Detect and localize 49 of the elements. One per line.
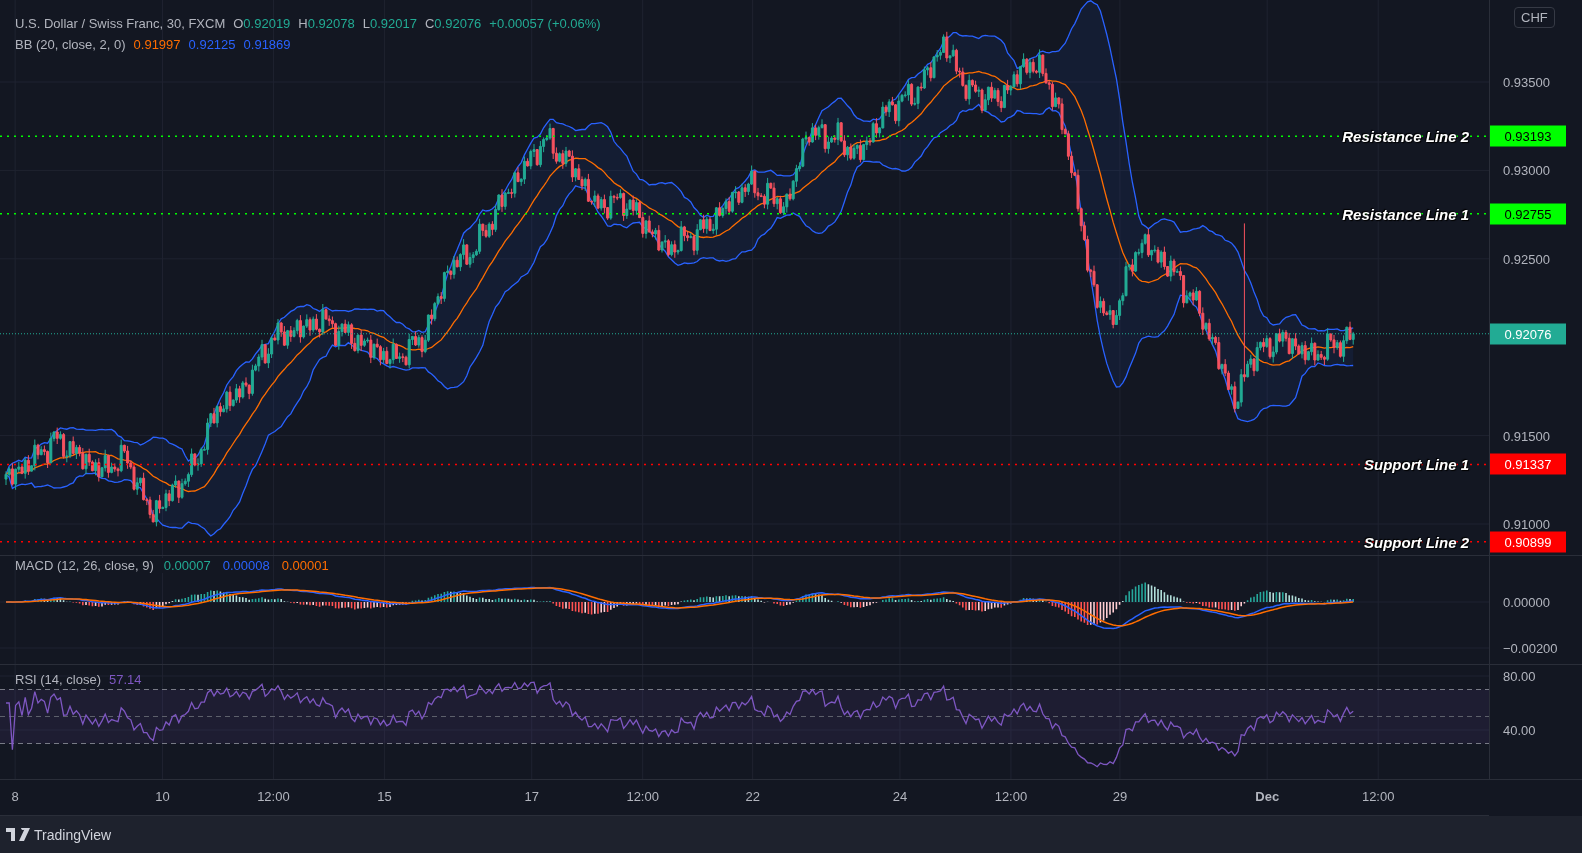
time-tick: 12:00 bbox=[994, 789, 1028, 804]
brand-name: TradingView bbox=[34, 826, 112, 843]
rsi-tick: 40.00 bbox=[1503, 722, 1536, 738]
logo-icon bbox=[6, 827, 30, 842]
time-tick: 15 bbox=[377, 789, 392, 804]
macd-tick: 0.00000 bbox=[1503, 594, 1550, 610]
level-label: Support Line 2 bbox=[1364, 533, 1469, 551]
price-change: +0.00057 (+0.06%) bbox=[489, 16, 601, 31]
symbol-title: U.S. Dollar / Swiss Franc, 30, FXCM bbox=[15, 16, 226, 31]
macd-tick: −0.00200 bbox=[1503, 640, 1558, 656]
price-tick: 0.91000 bbox=[1503, 516, 1550, 532]
indicator-value: 0.92125 bbox=[188, 37, 236, 52]
time-tick: Dec bbox=[1255, 789, 1280, 804]
time-tick: 24 bbox=[892, 789, 908, 804]
time-tick: 12:00 bbox=[626, 789, 659, 804]
price-label: 0.91337 bbox=[1490, 453, 1566, 475]
ohlc-value: L0.92017 bbox=[362, 16, 417, 31]
price-tick: 0.93500 bbox=[1503, 74, 1550, 90]
ohlc-value: H0.92078 bbox=[298, 16, 355, 31]
indicator-name: MACD (12, 26, close, 9) bbox=[15, 558, 154, 573]
currency-button[interactable]: CHF bbox=[1514, 7, 1555, 28]
price-label: 0.93193 bbox=[1490, 125, 1566, 147]
time-tick: 12:00 bbox=[257, 789, 290, 804]
price-tick: 0.92500 bbox=[1503, 251, 1550, 267]
level-label: Resistance Line 1 bbox=[1342, 205, 1469, 223]
time-tick: 10 bbox=[155, 789, 170, 804]
indicator-value: 0.91997 bbox=[133, 37, 181, 52]
indicator-value: 0.00007 bbox=[161, 558, 213, 573]
price-tick: 0.91500 bbox=[1503, 428, 1550, 444]
ohlc-value: C0.92076 bbox=[424, 16, 482, 31]
indicator-value: 0.00001 bbox=[279, 558, 331, 573]
price-label: 0.92755 bbox=[1490, 203, 1566, 225]
price-tick: 0.93000 bbox=[1503, 162, 1550, 178]
time-tick: 22 bbox=[745, 789, 760, 804]
indicator-value: 0.00008 bbox=[220, 558, 272, 573]
indicator-name: BB (20, close, 2, 0) bbox=[15, 37, 126, 52]
level-label: Resistance Line 2 bbox=[1342, 127, 1469, 145]
indicator-value: 0.91869 bbox=[243, 37, 291, 52]
price-label: 0.90899 bbox=[1490, 531, 1566, 553]
indicator-name: RSI (14, close) bbox=[15, 672, 101, 687]
time-tick: 8 bbox=[11, 789, 19, 804]
time-tick: 17 bbox=[524, 789, 539, 804]
last-price-label: 0.92076 bbox=[1490, 323, 1566, 345]
indicator-value: 57.14 bbox=[109, 672, 142, 687]
ohlc-value: O0.92019 bbox=[233, 16, 291, 31]
level-label: Support Line 1 bbox=[1364, 455, 1469, 473]
rsi-tick: 80.00 bbox=[1503, 668, 1536, 684]
time-tick: 29 bbox=[1112, 789, 1128, 804]
time-tick: 12:00 bbox=[1361, 789, 1395, 804]
